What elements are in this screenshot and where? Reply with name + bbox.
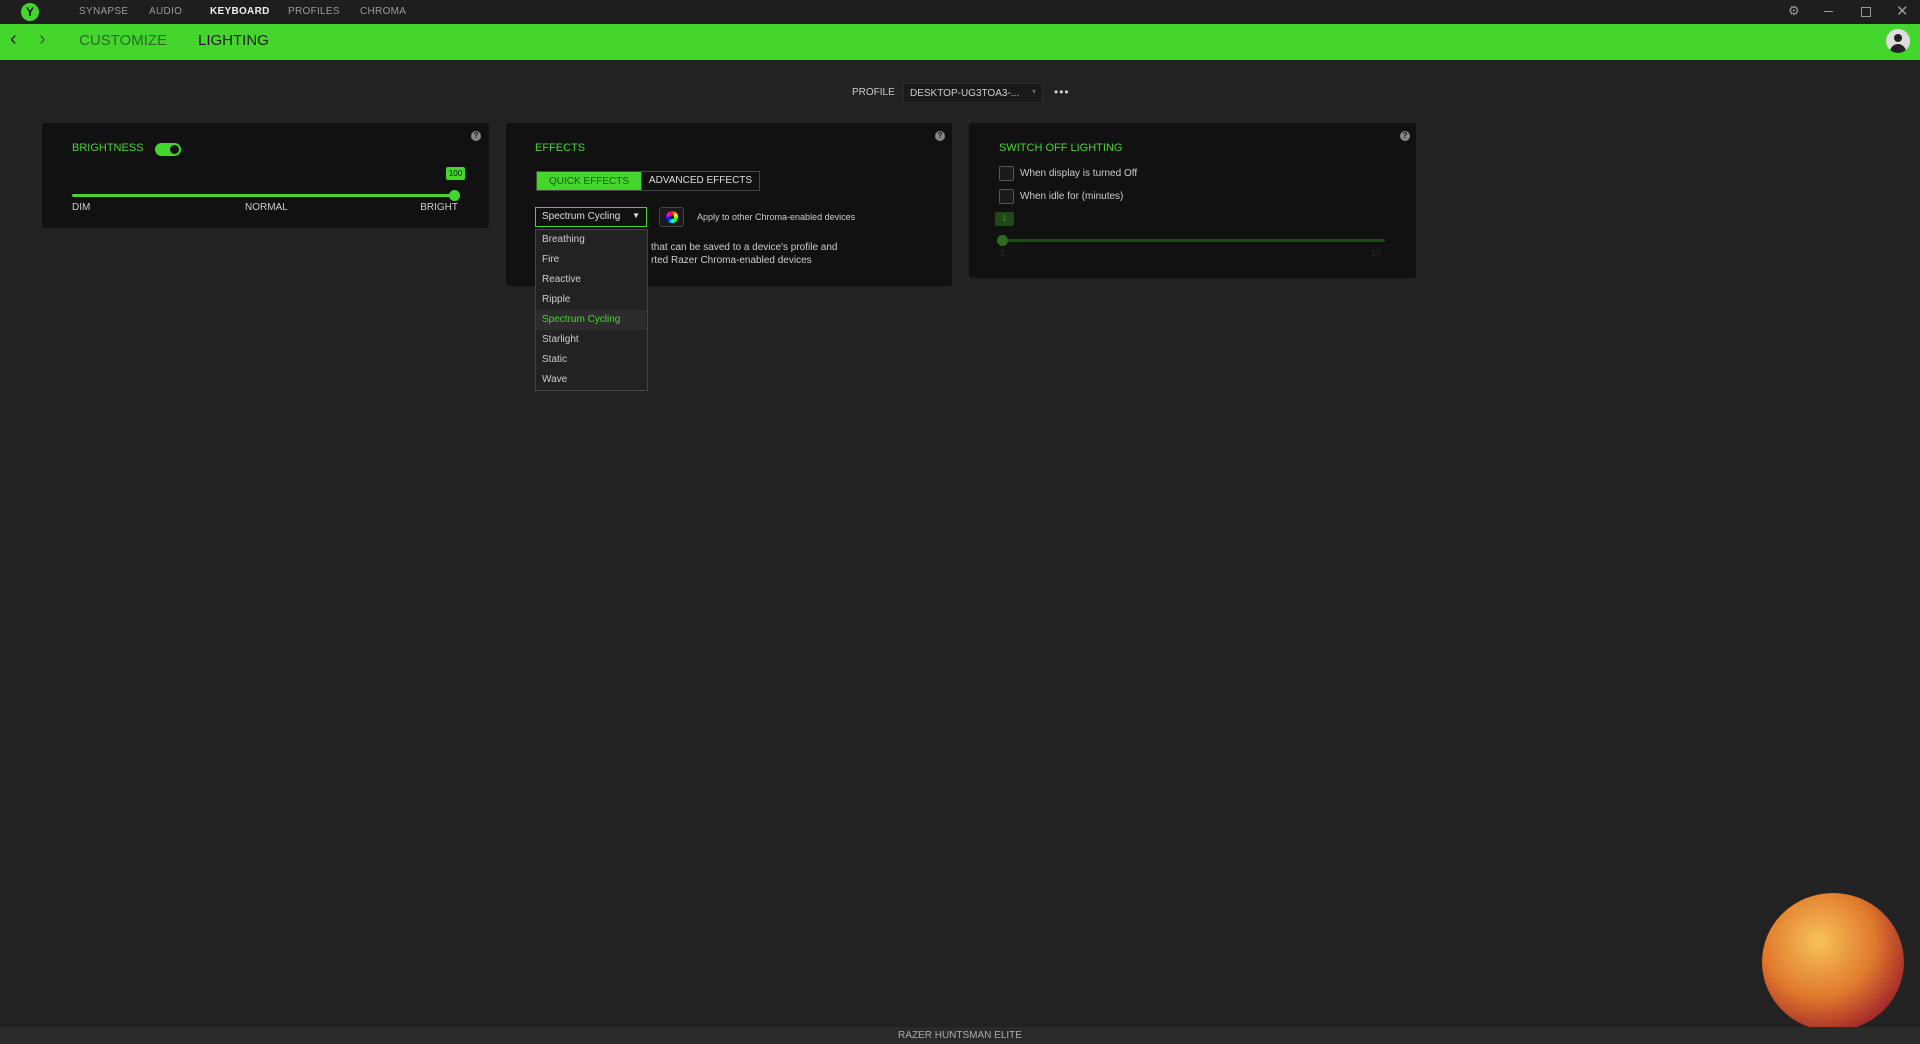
- effect-dropdown-list: Breathing Fire Reactive Ripple Spectrum …: [535, 229, 648, 391]
- profile-value: DESKTOP-UG3TOA3-...: [910, 88, 1020, 99]
- title-bar: Y SYNAPSE AUDIO KEYBOARD PROFILES CHROMA…: [0, 0, 1920, 24]
- tab-advanced-effects[interactable]: ADVANCED EFFECTS: [641, 171, 760, 191]
- maximize-icon[interactable]: [1861, 7, 1871, 17]
- idle-value-badge: 1: [995, 212, 1014, 226]
- effect-option-spectrum-cycling[interactable]: Spectrum Cycling: [536, 310, 646, 330]
- subnav-lighting[interactable]: LIGHTING: [198, 32, 269, 49]
- bright-label: BRIGHT: [420, 202, 458, 213]
- effects-title: EFFECTS: [535, 142, 586, 154]
- subnav-customize[interactable]: CUSTOMIZE: [79, 32, 167, 49]
- effect-option-reactive[interactable]: Reactive: [536, 270, 646, 290]
- help-icon[interactable]: ?: [935, 131, 945, 141]
- switch-off-title: SWITCH OFF LIGHTING: [999, 142, 1123, 154]
- effects-description-line-1: that can be saved to a device's profile …: [651, 242, 838, 253]
- effect-select[interactable]: Spectrum Cycling ▼: [535, 207, 647, 227]
- tab-synapse[interactable]: SYNAPSE: [79, 6, 128, 17]
- display-off-label: When display is turned Off: [1020, 168, 1138, 179]
- idle-slider[interactable]: [999, 239, 1385, 242]
- brightness-title: BRIGHTNESS: [72, 142, 144, 154]
- idle-label: When idle for (minutes): [1020, 191, 1124, 202]
- close-icon[interactable]: ✕: [1896, 2, 1909, 20]
- brightness-slider[interactable]: [72, 194, 455, 197]
- chevron-down-icon: ▾: [1031, 87, 1036, 96]
- user-avatar-icon[interactable]: [1886, 29, 1910, 53]
- display-off-checkbox[interactable]: [999, 166, 1014, 181]
- effect-option-ripple[interactable]: Ripple: [536, 290, 646, 310]
- apply-chroma-label: Apply to other Chroma-enabled devices: [697, 212, 856, 222]
- device-name: RAZER HUNTSMAN ELITE: [898, 1030, 1022, 1041]
- minimize-icon[interactable]: [1824, 11, 1833, 12]
- idle-max-label: 15: [1371, 248, 1382, 258]
- more-options-icon[interactable]: •••: [1054, 85, 1070, 99]
- tab-chroma[interactable]: CHROMA: [360, 6, 406, 17]
- status-bar: RAZER HUNTSMAN ELITE: [0, 1027, 1920, 1044]
- help-icon[interactable]: ?: [471, 131, 481, 141]
- help-icon[interactable]: ?: [1400, 131, 1410, 141]
- chroma-wheel-icon: [666, 211, 678, 223]
- chroma-apply-button[interactable]: [659, 207, 684, 227]
- chevron-down-icon: ▼: [632, 211, 640, 220]
- effect-option-breathing[interactable]: Breathing: [536, 230, 646, 250]
- settings-gear-icon[interactable]: ⚙: [1788, 3, 1800, 19]
- forward-arrow-icon[interactable]: ›: [39, 28, 46, 51]
- profile-label: PROFILE: [852, 87, 895, 98]
- dim-label: DIM: [72, 202, 91, 213]
- effect-option-wave[interactable]: Wave: [536, 370, 646, 390]
- effect-option-static[interactable]: Static: [536, 350, 646, 370]
- switch-off-lighting-panel: SWITCH OFF LIGHTING ? When display is tu…: [969, 123, 1416, 278]
- idle-checkbox[interactable]: [999, 189, 1014, 204]
- profile-dropdown[interactable]: DESKTOP-UG3TOA3-... ▾: [903, 83, 1043, 103]
- tab-keyboard[interactable]: KEYBOARD: [210, 6, 270, 17]
- effects-description-line-2: rted Razer Chroma-enabled devices: [651, 255, 812, 266]
- idle-min-label: 1: [1000, 248, 1006, 258]
- brightness-value-badge: 100: [446, 167, 465, 180]
- back-arrow-icon[interactable]: ‹: [10, 28, 17, 51]
- tab-quick-effects[interactable]: QUICK EFFECTS: [536, 171, 642, 191]
- razer-logo-icon: Y: [21, 3, 39, 21]
- idle-slider-thumb[interactable]: [997, 235, 1008, 246]
- brightness-slider-thumb[interactable]: [449, 190, 460, 201]
- brightness-panel: BRIGHTNESS ? 100 DIM NORMAL BRIGHT: [42, 123, 489, 228]
- normal-label: NORMAL: [245, 202, 288, 213]
- effect-option-fire[interactable]: Fire: [536, 250, 646, 270]
- tab-audio[interactable]: AUDIO: [149, 6, 182, 17]
- watermark-logo-icon: [1762, 893, 1904, 1031]
- effect-option-starlight[interactable]: Starlight: [536, 330, 646, 350]
- sub-nav-bar: ‹ › CUSTOMIZE LIGHTING: [0, 24, 1920, 60]
- tab-profiles[interactable]: PROFILES: [288, 6, 340, 17]
- effect-selected-value: Spectrum Cycling: [542, 211, 621, 222]
- brightness-toggle[interactable]: [155, 143, 181, 156]
